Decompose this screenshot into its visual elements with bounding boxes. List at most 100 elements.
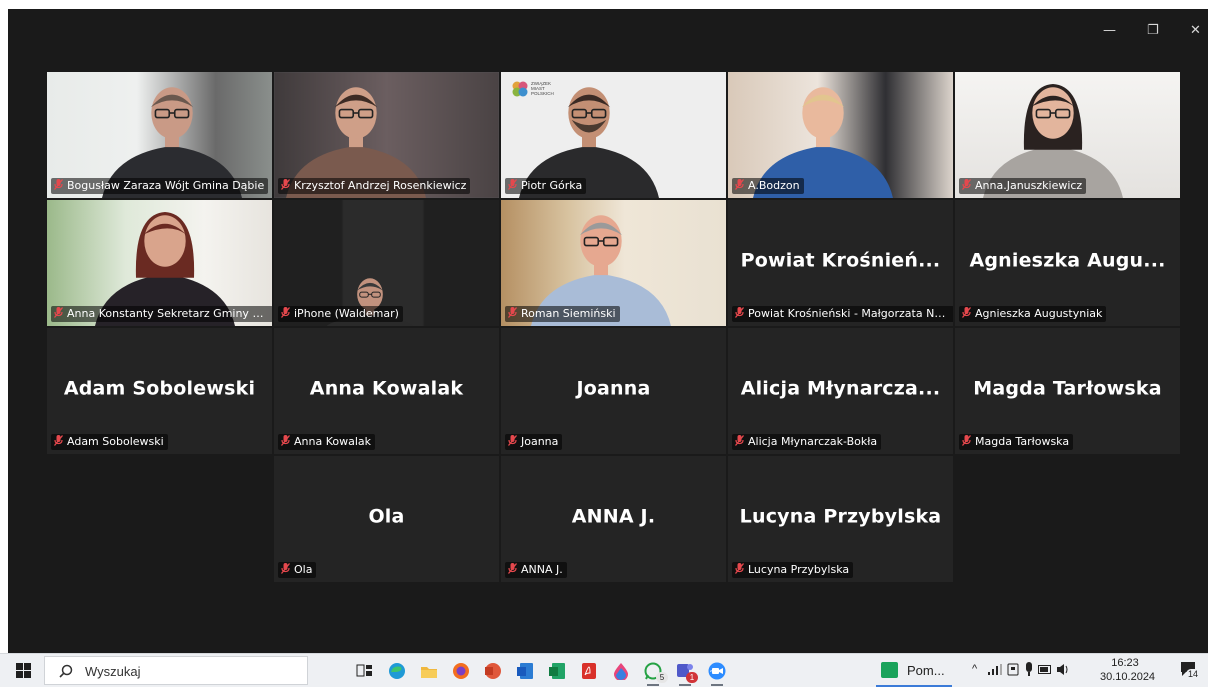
muted-mic-icon: [962, 307, 971, 318]
participant-name: Piotr Górka: [521, 179, 583, 192]
edge-icon[interactable]: [388, 662, 406, 680]
muted-mic-icon: [735, 307, 744, 318]
participant-name-label: Bogusław Zaraza Wójt Gmina Dąbie: [51, 178, 269, 194]
clock-date: 30.10.2024: [1100, 671, 1156, 683]
muted-mic-icon: [962, 435, 971, 446]
participant-tile[interactable]: Alicja Młynarcza... Alicja Młynarczak-Bok…: [728, 328, 953, 454]
firefox-icon[interactable]: [452, 662, 470, 680]
taskbar-search[interactable]: Wyszukaj: [44, 656, 308, 685]
participant-name: Anna.Januszkiewicz: [975, 179, 1083, 192]
participant-tile[interactable]: Magda Tarłowska Magda Tarłowska: [955, 328, 1180, 454]
notifications-button[interactable]: 14: [1180, 661, 1202, 681]
windows-start-icon[interactable]: [16, 663, 31, 678]
notification-count: 14: [1186, 669, 1201, 679]
participant-name-label: Anna Konstanty Sekretarz Gminy Gu...: [51, 306, 272, 322]
teams-badge: 1: [686, 672, 698, 683]
participant-name-label: Adam Sobolewski: [51, 434, 168, 450]
speaker-icon[interactable]: [1056, 663, 1070, 676]
participant-tile[interactable]: Adam Sobolewski Adam Sobolewski: [47, 328, 272, 454]
participant-name-label: iPhone (Waldemar): [278, 306, 403, 322]
muted-mic-icon: [54, 307, 63, 318]
participant-name-label: Alicja Młynarczak-Bokła: [732, 434, 882, 450]
participant-tile[interactable]: ANNA J. ANNA J.: [501, 456, 726, 582]
participant-name-label: A.Bodzon: [732, 178, 804, 194]
participant-name-label: Agnieszka Augustyniak: [959, 306, 1107, 322]
participant-tile[interactable]: Bogusław Zaraza Wójt Gmina Dąbie: [47, 72, 272, 198]
participant-name: A.Bodzon: [748, 179, 800, 192]
powerpoint-icon[interactable]: [484, 662, 502, 680]
participant-display-name: Alicja Młynarcza...: [740, 377, 941, 400]
muted-mic-icon: [962, 179, 971, 190]
participant-name: Alicja Młynarczak-Bokła: [748, 435, 878, 448]
participant-tile[interactable]: Agnieszka Augu... Agnieszka Augustyniak: [955, 200, 1180, 326]
clock[interactable]: 16:23 30.10.2024: [1100, 656, 1156, 684]
participant-tile[interactable]: ZWIĄZEK MIAST POLSKICH Piotr Górka: [501, 72, 726, 198]
taskbar: Wyszukaj 5 1 zoom Pom... ^ 16:23 30.10.202…: [0, 653, 1208, 687]
participant-tile[interactable]: iPhone (Waldemar): [274, 200, 499, 326]
participant-tile[interactable]: Joanna Joanna: [501, 328, 726, 454]
participant-display-name: Agnieszka Augu...: [969, 249, 1166, 272]
participant-name: ANNA J.: [521, 563, 563, 576]
minimize-button[interactable]: —: [1103, 23, 1116, 39]
device-icon[interactable]: [1007, 663, 1019, 677]
acrobat-icon[interactable]: [580, 662, 598, 680]
participant-name-label: Piotr Górka: [505, 178, 587, 194]
search-icon: [59, 664, 73, 678]
participant-tile[interactable]: Roman Siemiński: [501, 200, 726, 326]
battery-icon[interactable]: [1038, 665, 1052, 674]
participant-tile[interactable]: Krzysztof Andrzej Rosenkiewicz: [274, 72, 499, 198]
participant-tile[interactable]: Ola Ola: [274, 456, 499, 582]
muted-mic-icon: [508, 179, 517, 190]
participant-name: Roman Siemiński: [521, 307, 616, 320]
participant-name: Anna Konstanty Sekretarz Gminy Gu...: [67, 307, 272, 320]
participant-display-name: Ola: [368, 505, 405, 528]
clock-time: 16:23: [1111, 657, 1139, 669]
participant-tile[interactable]: Anna Konstanty Sekretarz Gminy Gu...: [47, 200, 272, 326]
microphone-icon[interactable]: [1025, 662, 1033, 677]
word-icon[interactable]: [516, 662, 534, 680]
muted-mic-icon: [281, 179, 290, 190]
participant-name: Lucyna Przybylska: [748, 563, 850, 576]
participant-tile[interactable]: Powiat Krośnień... Powiat Krośnieński - M…: [728, 200, 953, 326]
muted-mic-icon: [508, 563, 517, 574]
organization-logo: ZWIĄZEK MIAST POLSKICH: [511, 80, 554, 103]
maximize-button[interactable]: ❐: [1147, 23, 1159, 39]
participant-display-name: Anna Kowalak: [309, 377, 464, 400]
participant-name-label: Joanna: [505, 434, 563, 450]
participant-tile[interactable]: Anna.Januszkiewicz: [955, 72, 1180, 198]
participant-tile[interactable]: Lucyna Przybylska Lucyna Przybylska: [728, 456, 953, 582]
participant-display-name: ANNA J.: [571, 505, 656, 528]
participant-name: Krzysztof Andrzej Rosenkiewicz: [294, 179, 467, 192]
file-explorer-icon[interactable]: [420, 662, 438, 680]
show-hidden-icons[interactable]: ^: [972, 663, 977, 675]
participant-name-label: Powiat Krośnieński - Małgorzata No...: [732, 306, 953, 322]
muted-mic-icon: [281, 563, 290, 574]
participant-tile[interactable]: Anna Kowalak Anna Kowalak: [274, 328, 499, 454]
participant-name-label: Ola: [278, 562, 317, 578]
muted-mic-icon: [54, 435, 63, 446]
muted-mic-icon: [508, 435, 517, 446]
participant-name-label: Anna.Januszkiewicz: [959, 178, 1087, 194]
signal-icon[interactable]: [988, 664, 1002, 676]
drop-app-icon[interactable]: [612, 662, 630, 680]
participant-tile[interactable]: A.Bodzon: [728, 72, 953, 198]
excel-icon[interactable]: [548, 662, 566, 680]
whatsapp-badge: 5: [656, 672, 668, 683]
zoom-icon[interactable]: [708, 662, 726, 680]
participant-name: Agnieszka Augustyniak: [975, 307, 1103, 320]
close-button[interactable]: ✕: [1190, 23, 1201, 39]
participant-name: Adam Sobolewski: [67, 435, 164, 448]
participant-name: Joanna: [521, 435, 559, 448]
logo-icon: [512, 81, 528, 97]
participant-display-name: Adam Sobolewski: [63, 377, 256, 400]
taskbar-app-pom[interactable]: Pom...: [876, 654, 952, 687]
muted-mic-icon: [735, 435, 744, 446]
task-view-icon[interactable]: [356, 662, 374, 680]
muted-mic-icon: [54, 179, 63, 190]
muted-mic-icon: [735, 179, 744, 190]
participant-name-label: Roman Siemiński: [505, 306, 620, 322]
participant-name-label: Magda Tarłowska: [959, 434, 1074, 450]
search-placeholder: Wyszukaj: [85, 664, 141, 679]
participant-display-name: Magda Tarłowska: [973, 377, 1162, 400]
participant-name: Bogusław Zaraza Wójt Gmina Dąbie: [67, 179, 265, 192]
